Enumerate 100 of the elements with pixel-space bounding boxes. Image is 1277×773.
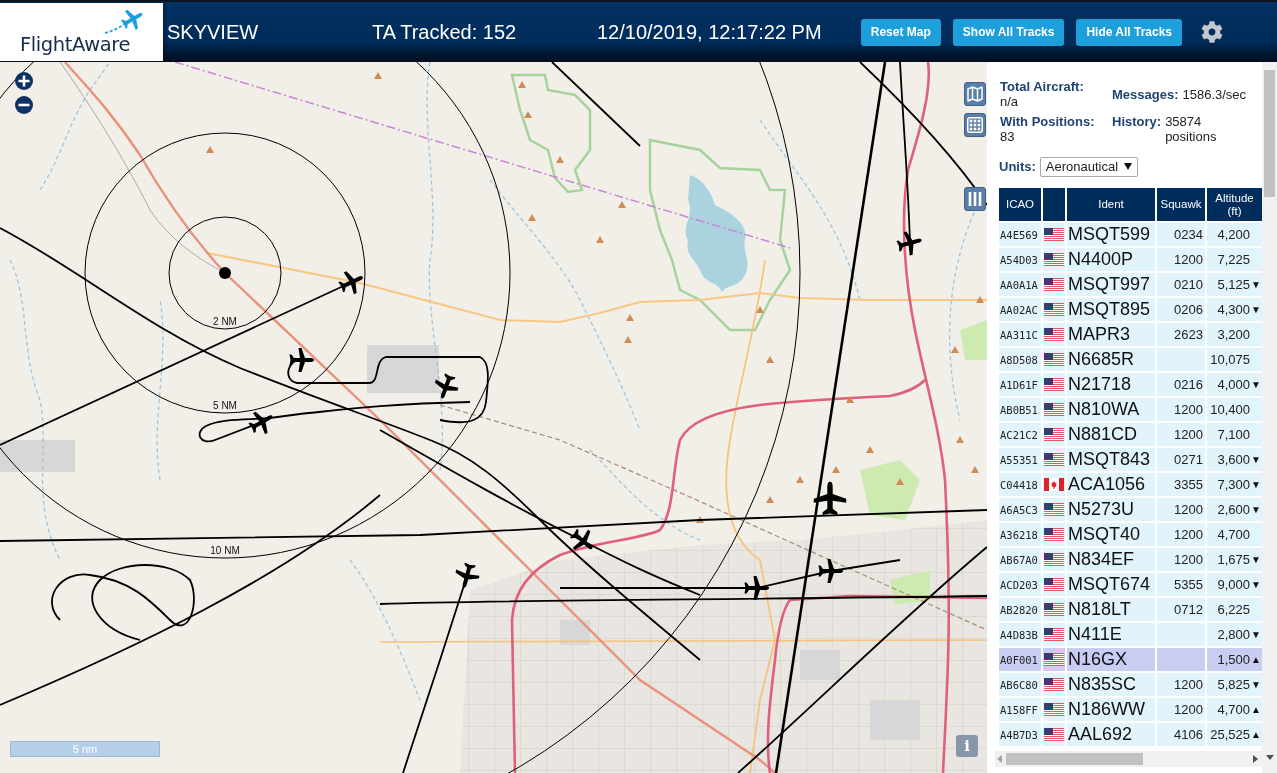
table-row[interactable]: A4D83B N411E 2,800▼: [999, 623, 1262, 646]
table-cell-text: 10,400: [1209, 402, 1250, 417]
column-header[interactable]: Ident: [1067, 188, 1157, 221]
table-cell: A4B7D3: [1000, 728, 1038, 741]
trend-arrow: ▲: [1251, 729, 1261, 740]
trend-arrow: ▼: [1251, 479, 1261, 490]
horizontal-scrollbar[interactable]: [995, 751, 1262, 767]
trend-arrow: ▼: [1251, 679, 1261, 690]
aircraft-icon[interactable]: [338, 271, 364, 295]
flag-icon: [1044, 678, 1064, 691]
scroll-down-icon[interactable]: [1265, 755, 1274, 760]
table-row[interactable]: AA311C MAPR3 2623 3,200: [999, 323, 1262, 346]
units-select[interactable]: Aeronautical: [1039, 156, 1139, 177]
table-cell: N21718: [1068, 374, 1132, 395]
map-icon: [967, 86, 983, 102]
table-row[interactable]: AA02AC MSQT895 0206 4,300▼: [999, 298, 1262, 321]
table-row[interactable]: A54D03 N4400P 1200 7,225: [999, 248, 1262, 271]
aircraft-icon[interactable]: [896, 231, 922, 256]
peak-icon: [846, 396, 854, 403]
settings-icon[interactable]: [1201, 21, 1223, 43]
table-cell: 1200: [1174, 552, 1203, 567]
scroll-right-icon[interactable]: [1253, 755, 1258, 763]
flag-icon: [1044, 228, 1064, 241]
trend-arrow: ▼: [1251, 304, 1261, 315]
flag-icon: [1044, 578, 1064, 591]
airplane-logo-icon: [104, 8, 144, 34]
table-cell: 1200: [1174, 402, 1203, 417]
table-cell: C04418: [1000, 478, 1038, 491]
table-view-button[interactable]: [964, 113, 986, 137]
zoom-out-icon[interactable]: [15, 96, 33, 114]
table-cell: A4D83B: [1000, 628, 1038, 641]
peak-icon: [624, 336, 632, 343]
column-header[interactable]: Squawk: [1157, 188, 1207, 221]
range-ring-label: 2 NM: [213, 316, 237, 327]
table-cell: N834EF: [1068, 549, 1135, 570]
table-cell: N411E: [1068, 624, 1122, 645]
peak-icon: [971, 466, 979, 473]
table-row[interactable]: A8D508 N6685R 10,075: [999, 348, 1262, 371]
stat-value: n/a: [1000, 94, 1019, 109]
aircraft-icon[interactable]: [248, 411, 273, 435]
table-row[interactable]: AA0A1A MSQT997 0210 5,125▼: [999, 273, 1262, 296]
aircraft-icon[interactable]: [813, 481, 847, 515]
aircraft-icon[interactable]: [289, 348, 314, 372]
table-cell: A36218: [1000, 528, 1038, 541]
map-layer-button[interactable]: [964, 82, 986, 106]
table-row[interactable]: AC21C2 N881CD 1200 7,100: [999, 423, 1262, 446]
table-row[interactable]: A0F001 N16GX 1,500▲: [999, 648, 1262, 671]
units-label: Units:: [999, 159, 1036, 174]
table-row[interactable]: ACD203 MSQT674 5355 9,000▼: [999, 573, 1262, 596]
table-cell: 1200: [1174, 677, 1203, 692]
table-row[interactable]: A55351 MSQT843 0271 3,600▼: [999, 448, 1262, 471]
table-row[interactable]: A6A5C3 N5273U 1200 2,600▼: [999, 498, 1262, 521]
table-cell-text: 3,200: [1216, 327, 1250, 342]
aircraft-icon[interactable]: [569, 528, 593, 550]
table-cell: N881CD: [1068, 424, 1138, 445]
flag-icon: [1044, 478, 1064, 491]
table-cell: MSQT895: [1068, 299, 1151, 320]
flag-icon: [1044, 303, 1064, 316]
table-cell-text: 1,675: [1216, 552, 1250, 567]
table-cell: 2623: [1174, 327, 1203, 342]
table-row[interactable]: A1D61F N21718 0216 4,000▼: [999, 373, 1262, 396]
table-cell: 0216: [1174, 377, 1203, 392]
table-cell-text: 2,800: [1216, 627, 1250, 642]
date-time: 12/10/2019, 12:17:22 PM: [597, 20, 822, 44]
column-header[interactable]: Altitude (ft): [1207, 188, 1262, 221]
flag-icon: [1044, 528, 1064, 541]
table-cell: A54D03: [1000, 253, 1038, 266]
table-row[interactable]: AB67A0 N834EF 1200 1,675▼: [999, 548, 1262, 571]
table-cell-text: 7,300: [1216, 477, 1250, 492]
table-cell-text: 4,700: [1216, 702, 1250, 717]
logo-text[interactable]: FlightAware: [20, 33, 131, 57]
peak-icon: [626, 314, 634, 321]
peak-icon: [796, 476, 804, 483]
scrollbar-thumb[interactable]: [1264, 70, 1275, 197]
table-cell: AA311C: [1000, 328, 1038, 341]
aircraft-icon[interactable]: [434, 373, 459, 399]
column-header[interactable]: ICAO: [999, 188, 1043, 221]
table-row[interactable]: A4B7D3 AAL692 4106 25,525▲: [999, 723, 1262, 746]
table-row[interactable]: A158FF N186WW 1200 4,700▲: [999, 698, 1262, 721]
flag-icon: [1044, 728, 1064, 741]
caret-icon: [1124, 163, 1133, 170]
table-row[interactable]: AB0B51 N810WA 1200 10,400: [999, 398, 1262, 421]
aircraft-icon[interactable]: [744, 576, 769, 600]
park-area: [890, 570, 930, 605]
table-row[interactable]: AB6C80 N835SC 1200 5,825▼: [999, 673, 1262, 696]
table-row[interactable]: C04418 ACA1056 3355 7,300▼: [999, 473, 1262, 496]
vertical-scrollbar[interactable]: [1262, 62, 1277, 773]
scrollbar-thumb[interactable]: [1006, 753, 1143, 765]
table-cell-text: 4,700: [1216, 527, 1250, 542]
table-row[interactable]: A36218 MSQT40 1200 4,700: [999, 523, 1262, 546]
table-row[interactable]: A4E569 MSQT599 0234 4,200: [999, 223, 1262, 246]
aircraft-icon[interactable]: [818, 559, 843, 583]
trend-arrow: ▼: [1251, 379, 1261, 390]
stat-value: 83: [1000, 129, 1015, 144]
zoom-in-icon[interactable]: [15, 72, 33, 90]
aircraft-icon[interactable]: [455, 562, 480, 588]
table-cell: A6A5C3: [1000, 503, 1038, 516]
table-row[interactable]: AB2820 N818LT 0712 6,225: [999, 598, 1262, 621]
columns-button[interactable]: [964, 187, 986, 211]
table-cell: 5355: [1174, 577, 1203, 592]
